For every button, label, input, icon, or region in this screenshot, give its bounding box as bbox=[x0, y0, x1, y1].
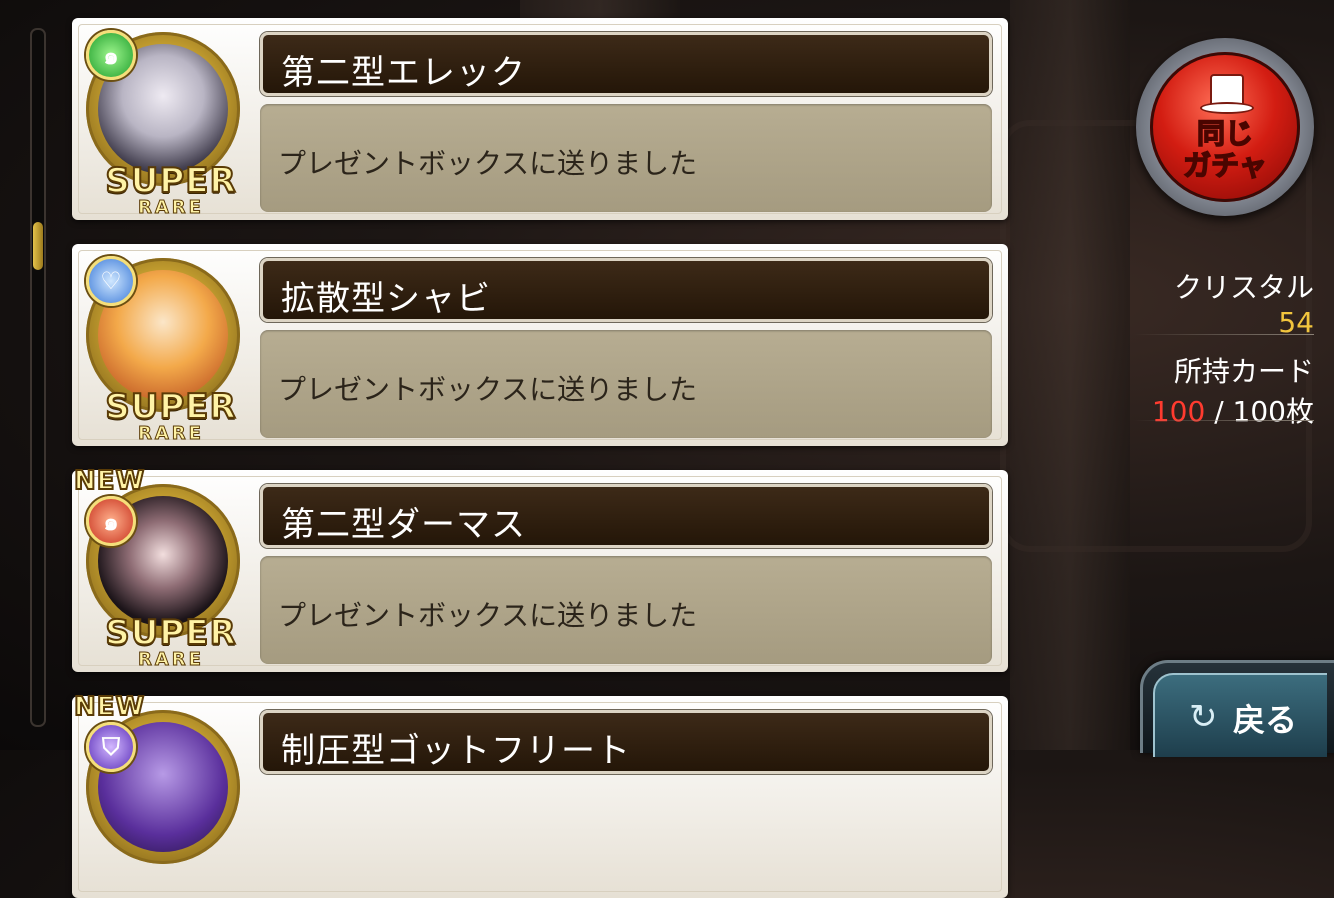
swirl-green-icon: ๑ bbox=[86, 30, 136, 80]
cards-max: 100枚 bbox=[1232, 395, 1314, 428]
cards-stat: 所持カード 100 / 100枚 bbox=[1094, 350, 1314, 430]
card-name: 第二型エレック bbox=[281, 53, 526, 93]
cards-count: 100 / 100枚 bbox=[1094, 390, 1314, 430]
scrollbar-thumb[interactable] bbox=[33, 222, 43, 270]
rarity-top-label: SUPER bbox=[104, 387, 237, 427]
return-arrow-icon: ↻ bbox=[1189, 697, 1218, 737]
card-name-bar: 拡散型シャビ bbox=[260, 258, 992, 322]
back-button[interactable]: ↻ 戻る bbox=[1140, 660, 1334, 757]
card-message-box: プレゼントボックスに送りました bbox=[260, 556, 992, 664]
list-item[interactable]: ♡ SUPER RARE 拡散型シャビ プレゼントボックスに送りました bbox=[72, 244, 1008, 446]
card-message: プレゼントボックスに送りました bbox=[278, 147, 698, 180]
same-gacha-button[interactable]: 同じ ガチャ bbox=[1136, 38, 1314, 216]
card-name-bar: 第二型ダーマス bbox=[260, 484, 992, 548]
rarity-badge: SUPER RARE bbox=[78, 161, 264, 218]
card-message-box: プレゼントボックスに送りました bbox=[260, 330, 992, 438]
rarity-top-label: SUPER bbox=[104, 161, 237, 201]
heart-crown-blue-icon: ♡ bbox=[86, 256, 136, 306]
ticket-base-icon bbox=[1200, 102, 1254, 114]
scrollbar[interactable] bbox=[30, 28, 46, 727]
same-gacha-label-line1: 同じ bbox=[1196, 117, 1254, 151]
rarity-bottom-label: RARE bbox=[138, 423, 204, 444]
new-badge: NEW bbox=[73, 691, 146, 723]
card-message: プレゼントボックスに送りました bbox=[278, 599, 698, 632]
list-item[interactable]: ⛉ NEW 制圧型ゴットフリート bbox=[72, 691, 1008, 898]
rarity-top-label: SUPER bbox=[104, 613, 237, 653]
back-button-face[interactable]: ↻ 戻る bbox=[1153, 673, 1327, 757]
card-name-bar: 制圧型ゴットフリート bbox=[260, 710, 992, 774]
stat-divider bbox=[1134, 420, 1314, 421]
crystal-label: クリスタル bbox=[1173, 271, 1314, 304]
card-name: 制圧型ゴットフリート bbox=[281, 731, 631, 771]
cards-separator: / bbox=[1205, 395, 1233, 428]
same-gacha-label-line2: ガチャ bbox=[1182, 149, 1267, 183]
rarity-badge: SUPER RARE bbox=[78, 387, 264, 444]
card-name-bar: 第二型エレック bbox=[260, 32, 992, 96]
list-item[interactable]: ๑ SUPER RARE 第二型エレック プレゼントボックスに送りました bbox=[72, 18, 1008, 220]
card-name: 第二型ダーマス bbox=[281, 505, 526, 545]
same-gacha-label: 同じ ガチャ bbox=[1150, 117, 1300, 183]
rarity-badge: SUPER RARE bbox=[78, 613, 264, 670]
list-item[interactable]: ๑ NEW SUPER RARE 第二型ダーマス プレゼントボックスに送りました bbox=[72, 465, 1008, 672]
cards-current: 100 bbox=[1151, 395, 1206, 428]
new-badge: NEW bbox=[73, 465, 146, 497]
card-message: プレゼントボックスに送りました bbox=[278, 373, 698, 406]
rarity-bottom-label: RARE bbox=[138, 197, 204, 218]
card-message-box: プレゼントボックスに送りました bbox=[260, 104, 992, 212]
same-gacha-button-face[interactable]: 同じ ガチャ bbox=[1150, 52, 1300, 202]
rarity-bottom-label: RARE bbox=[138, 649, 204, 670]
stat-divider bbox=[1134, 334, 1314, 335]
swirl-red-icon: ๑ bbox=[86, 496, 136, 546]
crystal-stat: クリスタル 54 bbox=[1094, 266, 1314, 339]
card-name: 拡散型シャビ bbox=[281, 279, 491, 319]
back-button-label: 戻る bbox=[1233, 701, 1298, 739]
shield-purple-icon: ⛉ bbox=[86, 722, 136, 772]
cards-label: 所持カード bbox=[1173, 355, 1314, 388]
